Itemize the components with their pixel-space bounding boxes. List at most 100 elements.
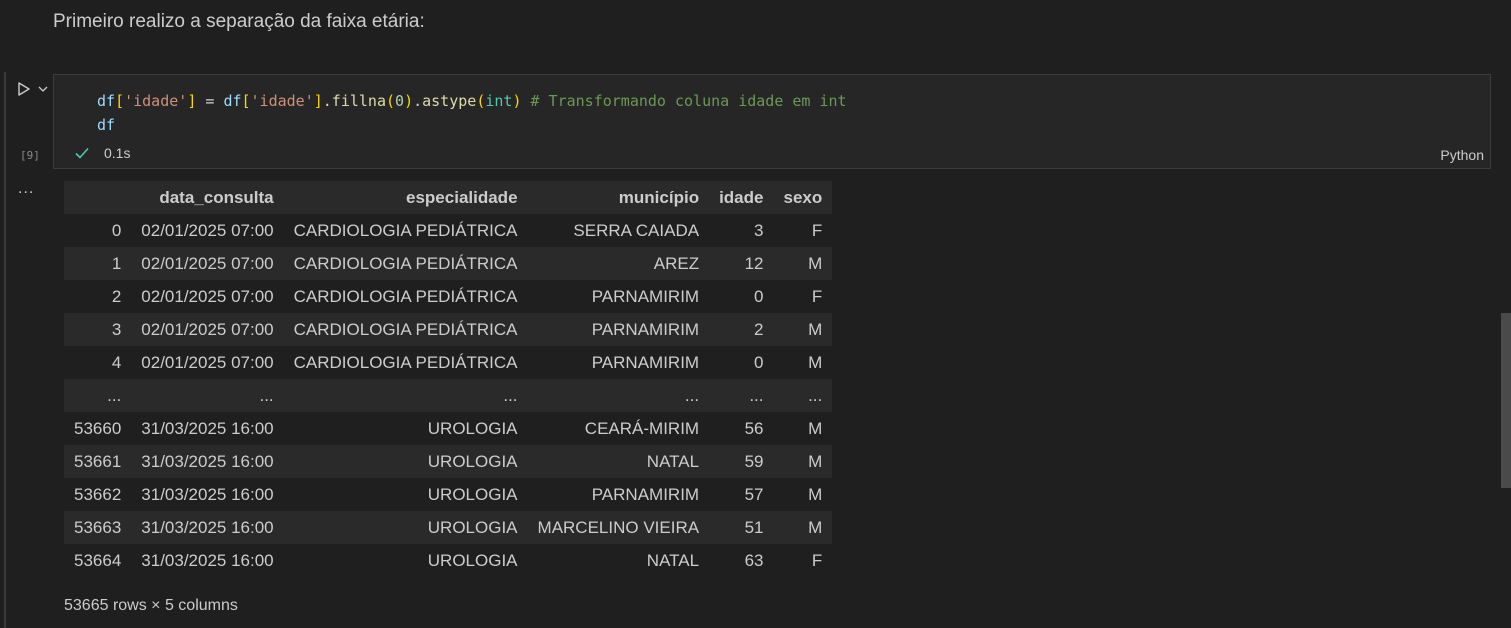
- table-cell: CARDIOLOGIA PEDIÁTRICA: [293, 253, 518, 273]
- table-row: 1 02/01/2025 07:00 CARDIOLOGIA PEDIÁTRICA A…: [64, 247, 833, 280]
- code-token: .fillna: [322, 92, 386, 110]
- code-token: =: [196, 92, 224, 110]
- column-header: especialidade: [283, 181, 528, 214]
- code-token: ): [404, 92, 414, 110]
- table-cell: AREZ: [653, 253, 700, 273]
- table-cell: 12: [744, 253, 764, 273]
- table-cell: ...: [259, 385, 274, 405]
- table-row: 53662 31/03/2025 16:00 UROLOGIA PARNAMIRIM 5…: [64, 478, 833, 511]
- output-more-actions-button[interactable]: ...: [18, 180, 34, 198]
- table-cell: 31/03/2025 16:00: [141, 517, 274, 537]
- code-token: [: [115, 92, 125, 110]
- code-token: (: [386, 92, 396, 110]
- table-cell: MARCELINO VIEIRA: [537, 517, 700, 537]
- table-cell: F: [811, 220, 823, 240]
- table-cell: CARDIOLOGIA PEDIÁTRICA: [293, 220, 518, 240]
- table-row: 0 02/01/2025 07:00 CARDIOLOGIA PEDIÁTRICA S…: [64, 214, 833, 247]
- table-cell: 57: [744, 484, 764, 504]
- code-token: df: [97, 116, 116, 134]
- table-row: 4 02/01/2025 07:00 CARDIOLOGIA PEDIÁTRICA P…: [64, 346, 833, 379]
- table-cell: 63: [744, 550, 764, 570]
- table-cell: M: [808, 517, 823, 537]
- column-header: idade: [709, 181, 774, 214]
- table-cell: 0: [754, 286, 764, 306]
- table-cell: UROLOGIA: [427, 484, 518, 504]
- run-cell-button[interactable]: [14, 79, 34, 99]
- table-row: 53664 31/03/2025 16:00 UROLOGIA NATAL 63 F: [64, 544, 833, 577]
- table-row: ..................: [64, 379, 833, 412]
- table-cell: UROLOGIA: [427, 517, 518, 537]
- table-cell: UROLOGIA: [427, 418, 518, 438]
- table-cell: ...: [808, 385, 823, 405]
- table-cell: 02/01/2025 07:00: [141, 220, 274, 240]
- table-cell: 56: [744, 418, 764, 438]
- column-header: [64, 181, 132, 214]
- table-cell: CARDIOLOGIA PEDIÁTRICA: [293, 319, 518, 339]
- table-header-row: data_consulta especialidade município id…: [64, 181, 833, 214]
- column-header: município: [527, 181, 710, 214]
- row-index: 0: [111, 220, 122, 240]
- table-body: 0 02/01/2025 07:00 CARDIOLOGIA PEDIÁTRICA S…: [64, 214, 833, 577]
- table-cell: UROLOGIA: [427, 550, 518, 570]
- code-token: int: [485, 92, 513, 110]
- table-cell: M: [808, 319, 823, 339]
- table-cell: 02/01/2025 07:00: [141, 352, 274, 372]
- row-index: 53662: [74, 484, 122, 504]
- table-cell: 31/03/2025 16:00: [141, 484, 274, 504]
- table-cell: PARNAMIRIM: [591, 352, 700, 372]
- code-comment: # Transformando coluna idade em int: [521, 92, 847, 110]
- table-cell: CEARÁ-MIRIM: [584, 418, 700, 438]
- table-cell: M: [808, 352, 823, 372]
- table-cell: CARDIOLOGIA PEDIÁTRICA: [293, 286, 518, 306]
- code-line-1[interactable]: df['idade'] = df['idade'].fillna(0).asty…: [97, 92, 847, 110]
- table-row: 2 02/01/2025 07:00 CARDIOLOGIA PEDIÁTRICA P…: [64, 280, 833, 313]
- execution-time: 0.1s: [104, 145, 131, 161]
- table-cell: M: [808, 418, 823, 438]
- code-line-2[interactable]: df: [97, 116, 115, 134]
- code-cell-editor[interactable]: df['idade'] = df['idade'].fillna(0).asty…: [53, 74, 1491, 169]
- table-cell: F: [811, 286, 823, 306]
- kernel-language-button[interactable]: Python: [1440, 147, 1484, 163]
- execution-count: [9]: [20, 149, 40, 162]
- table-cell: M: [808, 484, 823, 504]
- cell-gutter-bar: [4, 72, 6, 628]
- table-cell: 31/03/2025 16:00: [141, 418, 274, 438]
- row-index: 3: [111, 319, 122, 339]
- code-token: (: [476, 92, 486, 110]
- table-cell: ...: [503, 385, 518, 405]
- table-cell: SERRA CAIADA: [573, 220, 700, 240]
- column-header: sexo: [773, 181, 833, 214]
- code-token: 'idade': [124, 92, 188, 110]
- table-cell: PARNAMIRIM: [591, 484, 700, 504]
- row-index: ...: [107, 385, 122, 405]
- table-cell: NATAL: [646, 451, 700, 471]
- table-cell: 02/01/2025 07:00: [141, 286, 274, 306]
- table-cell: 2: [754, 319, 764, 339]
- table-row: 53663 31/03/2025 16:00 UROLOGIA MARCELINO V…: [64, 511, 833, 544]
- scrollbar-thumb[interactable]: [1501, 313, 1511, 488]
- table-cell: 3: [754, 220, 764, 240]
- table-cell: M: [808, 253, 823, 273]
- code-token: df: [223, 92, 242, 110]
- table-cell: M: [808, 451, 823, 471]
- table-cell: ...: [749, 385, 764, 405]
- table-cell: PARNAMIRIM: [591, 286, 700, 306]
- run-icon: [18, 82, 30, 96]
- table-cell: CARDIOLOGIA PEDIÁTRICA: [293, 352, 518, 372]
- row-index: 53660: [74, 418, 122, 438]
- table-row: 53661 31/03/2025 16:00 UROLOGIA NATAL 59 M: [64, 445, 833, 478]
- table-cell: PARNAMIRIM: [591, 319, 700, 339]
- table-cell: 51: [744, 517, 764, 537]
- code-token: ]: [313, 92, 323, 110]
- table-cell: UROLOGIA: [427, 451, 518, 471]
- dataframe-shape: 53665 rows × 5 columns: [64, 597, 238, 614]
- dataframe-table: data_consulta especialidade município id…: [64, 181, 833, 577]
- row-index: 2: [111, 286, 122, 306]
- row-index: 1: [111, 253, 122, 273]
- code-token: [: [241, 92, 251, 110]
- run-options-button[interactable]: [37, 82, 49, 94]
- table-row: 3 02/01/2025 07:00 CARDIOLOGIA PEDIÁTRICA P…: [64, 313, 833, 346]
- markdown-cell-text: Primeiro realizo a separação da faixa et…: [53, 11, 425, 32]
- check-icon: [75, 147, 89, 159]
- table-cell: 02/01/2025 07:00: [141, 253, 274, 273]
